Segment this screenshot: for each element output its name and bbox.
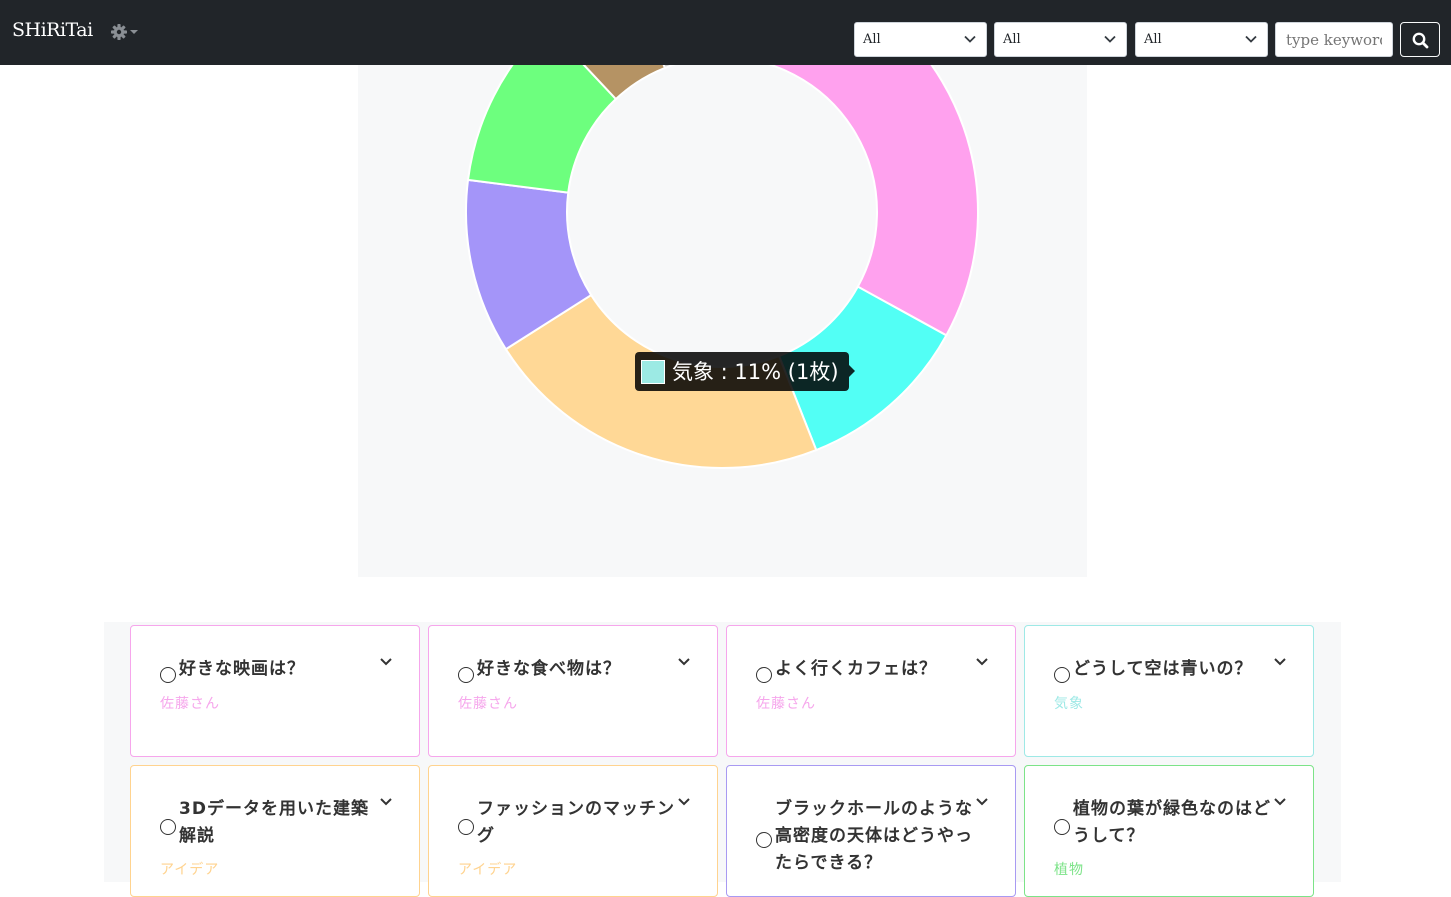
radio-circle-icon[interactable] <box>1054 667 1070 683</box>
radio-circle-icon[interactable] <box>458 667 474 683</box>
question-card[interactable]: 植物の葉が緑色なのはどうして？ 植物 <box>1024 765 1314 897</box>
settings-menu[interactable] <box>110 23 140 41</box>
caret-down-icon <box>130 30 138 34</box>
chevron-down-icon[interactable] <box>975 797 989 807</box>
filter-select-3[interactable]: All <box>1135 22 1268 57</box>
search-input[interactable] <box>1275 22 1393 57</box>
donut-slice[interactable] <box>721 0 979 337</box>
top-navbar: SHiRiTai All All All <box>0 0 1451 65</box>
chevron-down-icon[interactable] <box>975 657 989 667</box>
card-category: アイデア <box>458 862 518 878</box>
chevron-down-icon <box>964 35 976 43</box>
radio-circle-icon[interactable] <box>756 667 772 683</box>
chevron-down-icon[interactable] <box>1273 657 1287 667</box>
question-card[interactable]: どうして空は青いの？ 気象 <box>1024 625 1314 757</box>
card-title: ブラックホールのような高密度の天体はどうやったらできる？ <box>775 799 973 873</box>
gear-icon <box>111 24 127 40</box>
tooltip-label: 気象 : 11% (1枚) <box>672 360 839 384</box>
category-donut-chart <box>465 0 979 469</box>
chevron-down-icon[interactable] <box>379 657 393 667</box>
card-category: 佐藤さん <box>160 696 220 712</box>
donut-slice[interactable] <box>466 23 618 194</box>
question-card[interactable]: よく行くカフェは？ 佐藤さん <box>726 625 1016 757</box>
question-card[interactable]: ファッションのマッチング アイデア <box>428 765 718 897</box>
card-title: 好きな食べ物は？ <box>477 659 621 679</box>
cards-panel: 好きな映画は？ 佐藤さん 好きな食べ物は？ 佐藤さん よく行くカフェは？ 佐藤さ… <box>104 622 1341 897</box>
question-card[interactable]: ブラックホールのような高密度の天体はどうやったらできる？ <box>726 765 1016 897</box>
chevron-down-icon[interactable] <box>677 657 691 667</box>
card-title: 3Dデータを用いた建築解説 <box>179 799 369 846</box>
filter-select-1-value: All <box>863 32 881 47</box>
chevron-down-icon <box>1245 35 1257 43</box>
card-category: 植物 <box>1054 862 1084 878</box>
chart-tooltip: 気象 : 11% (1枚) <box>635 352 855 391</box>
filter-select-1[interactable]: All <box>854 22 987 57</box>
search-icon <box>1412 32 1429 49</box>
chart-panel <box>358 0 1087 577</box>
chevron-down-icon[interactable] <box>1273 797 1287 807</box>
filter-select-3-value: All <box>1144 32 1162 47</box>
card-category: 佐藤さん <box>458 696 518 712</box>
chevron-down-icon <box>1104 35 1116 43</box>
tooltip-caret <box>849 365 855 377</box>
card-category: アイデア <box>160 862 220 878</box>
filter-select-2[interactable]: All <box>994 22 1127 57</box>
search-button[interactable] <box>1400 22 1440 57</box>
question-card[interactable]: 好きな食べ物は？ 佐藤さん <box>428 625 718 757</box>
tooltip-swatch <box>641 360 665 384</box>
card-title: 好きな映画は？ <box>179 659 305 679</box>
radio-circle-icon[interactable] <box>160 819 176 835</box>
card-title: 植物の葉が緑色なのはどうして？ <box>1073 799 1271 846</box>
card-title: どうして空は青いの？ <box>1073 659 1253 679</box>
card-title: ファッションのマッチング <box>477 799 675 846</box>
radio-circle-icon[interactable] <box>756 832 772 848</box>
card-title: よく行くカフェは？ <box>775 659 937 679</box>
chevron-down-icon[interactable] <box>677 797 691 807</box>
question-card[interactable]: 3Dデータを用いた建築解説 アイデア <box>130 765 420 897</box>
question-card[interactable]: 好きな映画は？ 佐藤さん <box>130 625 420 757</box>
filter-select-2-value: All <box>1003 32 1021 47</box>
radio-circle-icon[interactable] <box>1054 819 1070 835</box>
card-category: 佐藤さん <box>756 696 816 712</box>
brand-logo[interactable]: SHiRiTai <box>12 19 93 41</box>
radio-circle-icon[interactable] <box>160 667 176 683</box>
radio-circle-icon[interactable] <box>458 819 474 835</box>
card-category: 気象 <box>1054 696 1084 712</box>
chevron-down-icon[interactable] <box>379 797 393 807</box>
